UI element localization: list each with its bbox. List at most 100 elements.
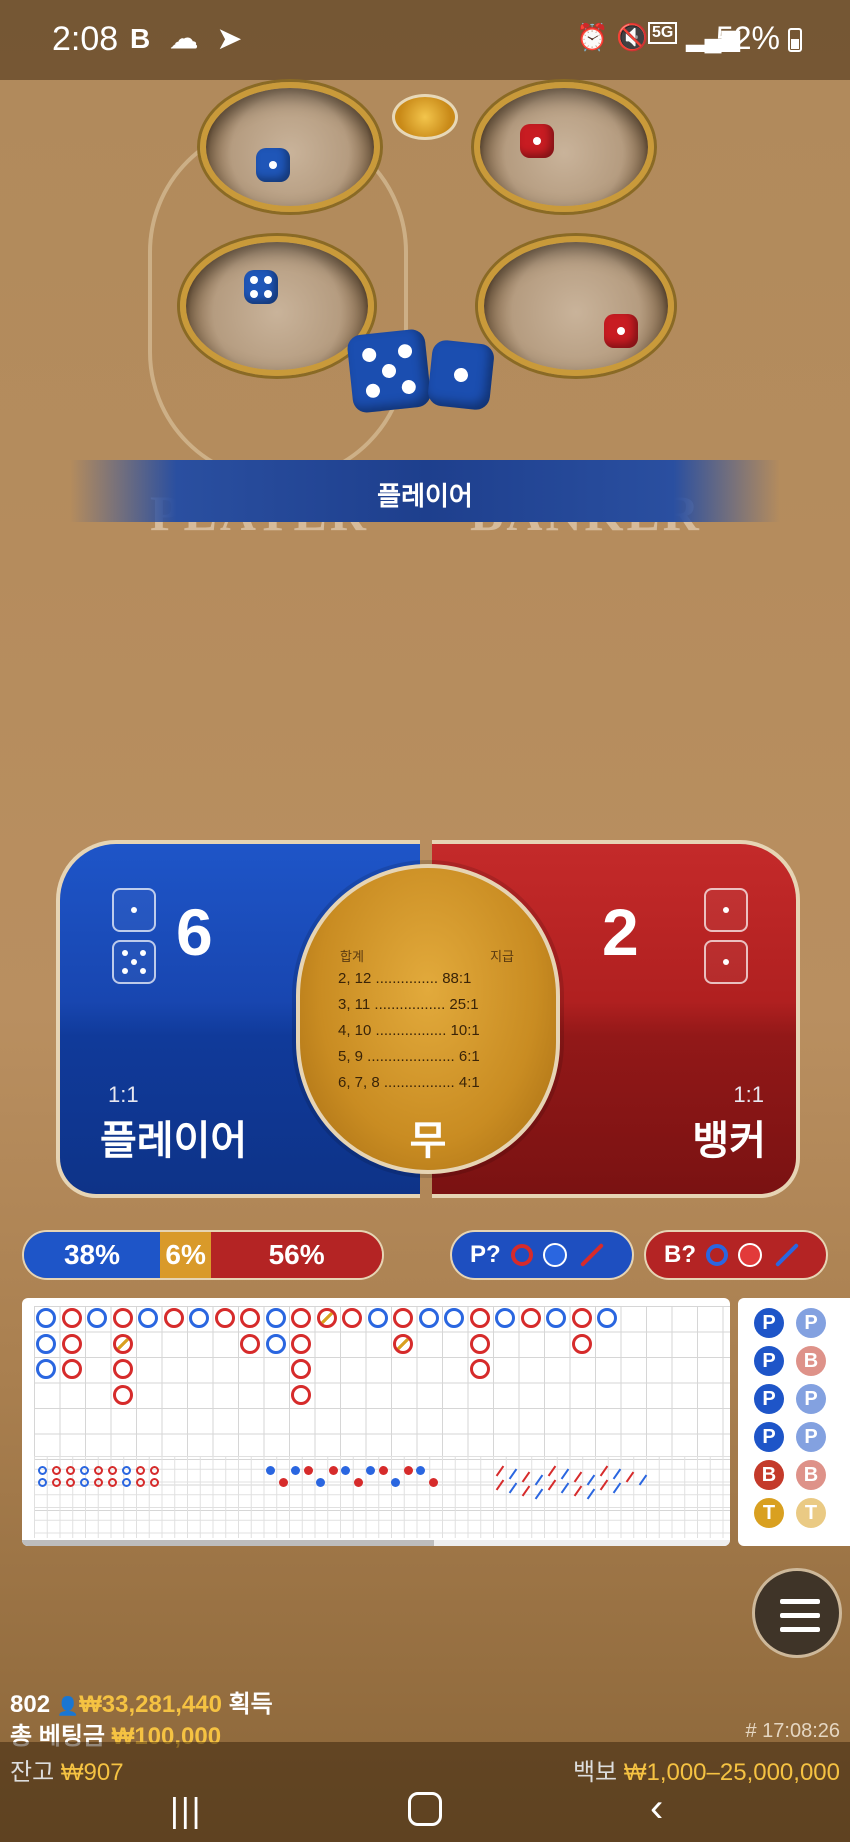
player-odds: 1:1 <box>108 1082 139 1107</box>
bead-plate-badge: P <box>796 1384 826 1414</box>
road-scoreboard[interactable] <box>22 1298 730 1546</box>
mini-road-mark <box>122 1466 131 1475</box>
player-die-1 <box>112 888 156 932</box>
mini-road-mark <box>136 1478 145 1487</box>
big-road-bead <box>316 1308 337 1328</box>
player-predict-button[interactable]: P? <box>450 1230 634 1280</box>
won-amount: ₩33,281,440 <box>79 1691 222 1718</box>
big-road-bead <box>367 1308 388 1328</box>
banker-pct: 56% <box>211 1232 382 1278</box>
big-road-bead <box>61 1308 82 1328</box>
player-score: 6 <box>176 895 213 969</box>
tie-payout-row: 5, 9 ..................... 6:1 <box>338 1048 480 1065</box>
bead-plate: PPPBPPPPBBTT <box>738 1298 850 1546</box>
mini-road-mark <box>66 1466 75 1475</box>
big-road-bead <box>214 1308 235 1328</box>
big-road-bead <box>265 1333 286 1354</box>
menu-icon <box>780 1599 820 1604</box>
player-label: 플레이어 <box>100 1119 248 1163</box>
player-cup-2 <box>180 236 374 376</box>
big-road-bead <box>418 1308 439 1328</box>
bead-plate-badge: P <box>754 1346 784 1376</box>
alarm-icon: ⏰ <box>576 22 609 52</box>
mini-road-mark <box>136 1466 145 1475</box>
big-road-bead <box>265 1308 286 1328</box>
big-road-bead <box>393 1308 413 1328</box>
winnings-line: 802 👤₩33,281,440 획득 <box>10 1684 273 1719</box>
red-slash-icon <box>579 1242 604 1268</box>
mini-road-dot <box>403 1466 413 1475</box>
user-icon: 👤 <box>56 1696 80 1716</box>
banker-die-2 <box>704 940 748 984</box>
red-dot-icon <box>738 1243 762 1267</box>
blue-ring-icon <box>706 1244 728 1266</box>
big-road-bead <box>469 1308 490 1328</box>
menu-button[interactable] <box>752 1568 842 1658</box>
mini-road-dot <box>303 1466 313 1475</box>
android-nav-bar: ||| ‹ <box>0 1780 850 1842</box>
big-road-bead <box>61 1359 82 1379</box>
big-road-bead <box>469 1359 490 1379</box>
big-road-bead <box>36 1308 56 1328</box>
player-die-2 <box>112 940 156 984</box>
status-app-icons: B ☁ ➤ <box>130 23 248 54</box>
bead-plate-badge: P <box>796 1422 826 1452</box>
mini-road-mark <box>52 1478 61 1487</box>
tie-label: 무 <box>409 1119 447 1163</box>
game-table-view: PLAYER BANKER 플레이어 <box>0 60 850 860</box>
tie-pct: 6% <box>160 1232 212 1278</box>
tie-header-payout: 지급 <box>490 949 514 964</box>
recents-icon[interactable]: ||| <box>170 1792 203 1831</box>
big-road-bead <box>36 1333 56 1354</box>
dealer-button <box>392 94 458 140</box>
mini-road-dot <box>391 1478 400 1487</box>
mini-road-mark <box>108 1466 117 1475</box>
big-road-bead <box>163 1308 184 1328</box>
bead-plate-badge: P <box>754 1308 784 1338</box>
tie-bet-area[interactable]: 합계 지급 2, 12 ............... 88:1 3, 11 .… <box>296 864 560 1174</box>
home-icon[interactable] <box>408 1792 442 1826</box>
big-road-bead <box>444 1308 464 1328</box>
status-time: 2:08 <box>52 20 119 58</box>
big-road-bead <box>393 1333 413 1354</box>
mini-road-dot <box>378 1466 388 1475</box>
mini-road-dot <box>266 1466 275 1475</box>
banker-cup-2 <box>478 236 674 376</box>
bead-plate-badge: P <box>796 1308 826 1338</box>
bead-plate-badge: B <box>796 1346 826 1376</box>
menu-icon-line <box>780 1613 820 1618</box>
tie-payout-row: 3, 11 ................. 25:1 <box>338 996 479 1013</box>
red-die <box>604 314 638 348</box>
big-road-bead <box>571 1308 592 1328</box>
mini-road-mark <box>150 1466 159 1475</box>
bet-panel: 6 1:1 플레이어 2 1:1 뱅커 합계 지급 2, 12 ........… <box>56 840 800 1198</box>
banker-cup-1 <box>474 82 654 212</box>
mini-road-dot <box>366 1466 375 1475</box>
big-road-bead <box>36 1359 56 1379</box>
big-road-bead <box>240 1333 260 1354</box>
big-road-bead <box>112 1308 133 1328</box>
tie-payout-row: 6, 7, 8 ................. 4:1 <box>338 1074 480 1091</box>
blue-die <box>256 148 290 182</box>
result-banner-text: 플레이어 <box>377 481 473 511</box>
mini-road-mark <box>150 1478 159 1487</box>
mini-road-dot <box>428 1478 438 1487</box>
mini-road-dot <box>341 1466 350 1475</box>
bead-plate-badge: T <box>796 1498 826 1528</box>
tie-payout-row: 2, 12 ............... 88:1 <box>338 970 472 987</box>
mini-road-mark <box>38 1478 47 1487</box>
banker-predict-label: B? <box>664 1241 696 1268</box>
back-icon[interactable]: ‹ <box>650 1786 663 1831</box>
banker-predict-button[interactable]: B? <box>644 1230 828 1280</box>
battery-percent: 52% <box>715 20 780 56</box>
scoreboard-scroll-thumb[interactable] <box>22 1540 434 1546</box>
mini-road-mark <box>80 1466 89 1475</box>
rolled-die-five <box>346 328 432 414</box>
mini-road-mark <box>94 1466 103 1475</box>
player-pct: 38% <box>24 1232 161 1278</box>
mini-road-mark <box>38 1466 47 1475</box>
big-road-bead <box>469 1333 490 1354</box>
big-road-bead <box>291 1384 311 1405</box>
bead-plate-badge: B <box>754 1460 784 1490</box>
win-stats-bar: 38% 6% 56% <box>22 1230 384 1280</box>
